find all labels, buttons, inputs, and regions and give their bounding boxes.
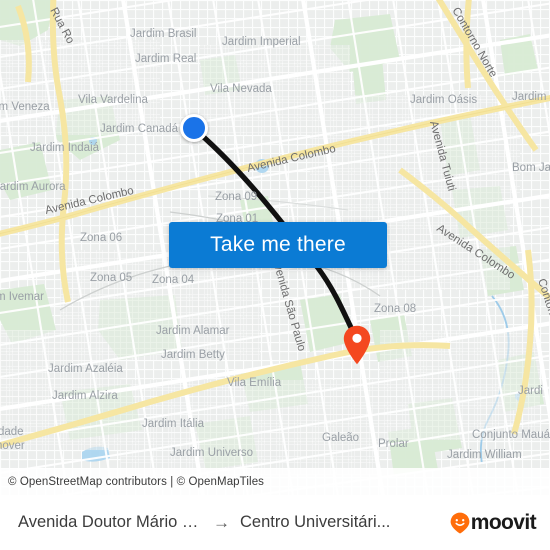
svg-text:Jardim Real: Jardim Real	[135, 53, 196, 65]
destination-pin-icon	[343, 325, 371, 365]
origin-marker[interactable]	[180, 114, 208, 142]
arrow-right-icon: →	[213, 512, 230, 532]
svg-text:Prolar: Prolar	[378, 438, 409, 450]
svg-text:Jardim Aurora: Jardim Aurora	[0, 181, 66, 193]
svg-text:Jardim Itália: Jardim Itália	[142, 418, 205, 430]
svg-text:Jardim Brasil: Jardim Brasil	[130, 28, 196, 40]
svg-text:dade: dade	[0, 426, 24, 438]
map-attribution: © OpenStreetMap contributors | © OpenMap…	[0, 468, 550, 495]
moovit-map-screen: Jardim Brasil Jardim Imperial Jardim Rea…	[0, 0, 550, 550]
svg-text:Jardim Alzira: Jardim Alzira	[52, 390, 118, 402]
route-origin-label: Avenida Doutor Mário Clapier...	[18, 513, 203, 531]
svg-text:Jardim Azaléia: Jardim Azaléia	[48, 363, 123, 375]
svg-text:nover: nover	[0, 440, 25, 452]
svg-text:Jardim Canadá: Jardim Canadá	[100, 123, 179, 135]
svg-text:Jardim Alamar: Jardim Alamar	[156, 325, 230, 337]
moovit-pin-icon	[450, 512, 470, 534]
svg-text:Zona 08: Zona 08	[374, 303, 416, 315]
route-summary-bar: Avenida Doutor Mário Clapier... → Centro…	[0, 495, 550, 550]
svg-text:Zona 05: Zona 05	[90, 272, 132, 284]
svg-text:Vila Vardelina: Vila Vardelina	[78, 94, 149, 106]
take-me-there-button[interactable]: Take me there	[169, 222, 387, 268]
svg-text:Conjunto Mauá: Conjunto Mauá	[472, 429, 550, 441]
svg-text:Jardi: Jardi	[518, 385, 543, 397]
svg-text:Jardim Universo: Jardim Universo	[170, 447, 253, 459]
svg-text:Jardim Betty: Jardim Betty	[161, 349, 225, 361]
svg-text:Jardim Imperial: Jardim Imperial	[222, 36, 301, 48]
svg-text:Jardim Oásis: Jardim Oásis	[410, 94, 477, 106]
svg-text:Vila Emília: Vila Emília	[227, 377, 282, 389]
route-destination-label: Centro Universitári...	[240, 513, 391, 531]
svg-text:Zona 06: Zona 06	[80, 232, 122, 244]
svg-text:Vila Nevada: Vila Nevada	[210, 83, 272, 95]
svg-text:Bom Ja: Bom Ja	[512, 162, 550, 174]
svg-text:m Ivemar: m Ivemar	[0, 291, 44, 303]
destination-marker[interactable]	[343, 325, 371, 365]
svg-text:Galeão: Galeão	[322, 432, 359, 444]
svg-text:Jardim William: Jardim William	[447, 449, 522, 461]
svg-text:Jardim I: Jardim I	[512, 91, 550, 103]
map-canvas[interactable]: Jardim Brasil Jardim Imperial Jardim Rea…	[0, 0, 550, 495]
moovit-wordmark: moovit	[470, 511, 537, 534]
svg-text:im Veneza: im Veneza	[0, 101, 50, 113]
svg-text:Jardim Indaiá: Jardim Indaiá	[30, 142, 100, 154]
svg-text:Zona 09: Zona 09	[215, 191, 257, 203]
svg-text:Zona 04: Zona 04	[152, 274, 195, 286]
moovit-logo[interactable]: moovit	[450, 511, 537, 534]
